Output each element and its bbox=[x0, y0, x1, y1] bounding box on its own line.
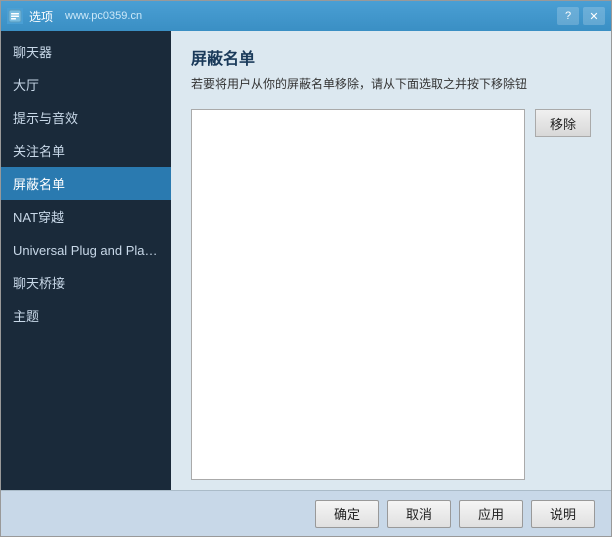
sidebar-item-8[interactable]: 主题 bbox=[1, 299, 171, 332]
help-footer-button[interactable]: 说明 bbox=[531, 500, 595, 528]
content-area: 聊天器大厅提示与音效关注名单屏蔽名单NAT穿越Universal Plug an… bbox=[1, 31, 611, 490]
panel-description: 若要将用户从你的屏蔽名单移除，请从下面选取之并按下移除钮 bbox=[191, 75, 591, 93]
sidebar-item-0[interactable]: 聊天器 bbox=[1, 35, 171, 68]
apply-button[interactable]: 应用 bbox=[459, 500, 523, 528]
list-remove-row: 移除 bbox=[191, 109, 591, 480]
panel-body: 移除 bbox=[171, 101, 611, 490]
title-bar-left: 选项 www.pc0359.cn bbox=[7, 8, 142, 25]
remove-button[interactable]: 移除 bbox=[535, 109, 591, 137]
sidebar-item-7[interactable]: 聊天桥接 bbox=[1, 266, 171, 299]
title-bar: 选项 www.pc0359.cn ? ✕ bbox=[1, 1, 611, 31]
main-window: 选项 www.pc0359.cn ? ✕ 聊天器大厅提示与音效关注名单屏蔽名单N… bbox=[0, 0, 612, 537]
main-panel: 屏蔽名单 若要将用户从你的屏蔽名单移除，请从下面选取之并按下移除钮 移除 bbox=[171, 31, 611, 490]
panel-header: 屏蔽名单 若要将用户从你的屏蔽名单移除，请从下面选取之并按下移除钮 bbox=[171, 31, 611, 101]
sidebar-item-5[interactable]: NAT穿越 bbox=[1, 200, 171, 233]
app-title: 选项 bbox=[29, 8, 53, 25]
sidebar-item-1[interactable]: 大厅 bbox=[1, 68, 171, 101]
blocked-list[interactable] bbox=[191, 109, 525, 480]
ok-button[interactable]: 确定 bbox=[315, 500, 379, 528]
close-button[interactable]: ✕ bbox=[583, 7, 605, 25]
panel-title: 屏蔽名单 bbox=[191, 45, 591, 69]
sidebar: 聊天器大厅提示与音效关注名单屏蔽名单NAT穿越Universal Plug an… bbox=[1, 31, 171, 490]
sidebar-item-4[interactable]: 屏蔽名单 bbox=[1, 167, 171, 200]
sidebar-item-2[interactable]: 提示与音效 bbox=[1, 101, 171, 134]
watermark: www.pc0359.cn bbox=[65, 10, 142, 22]
cancel-button[interactable]: 取消 bbox=[387, 500, 451, 528]
sidebar-item-6[interactable]: Universal Plug and Play（UI bbox=[1, 233, 171, 266]
window-controls: ? ✕ bbox=[557, 7, 605, 25]
sidebar-item-3[interactable]: 关注名单 bbox=[1, 134, 171, 167]
footer: 确定 取消 应用 说明 bbox=[1, 490, 611, 536]
help-button[interactable]: ? bbox=[557, 7, 579, 25]
app-icon bbox=[7, 8, 23, 24]
